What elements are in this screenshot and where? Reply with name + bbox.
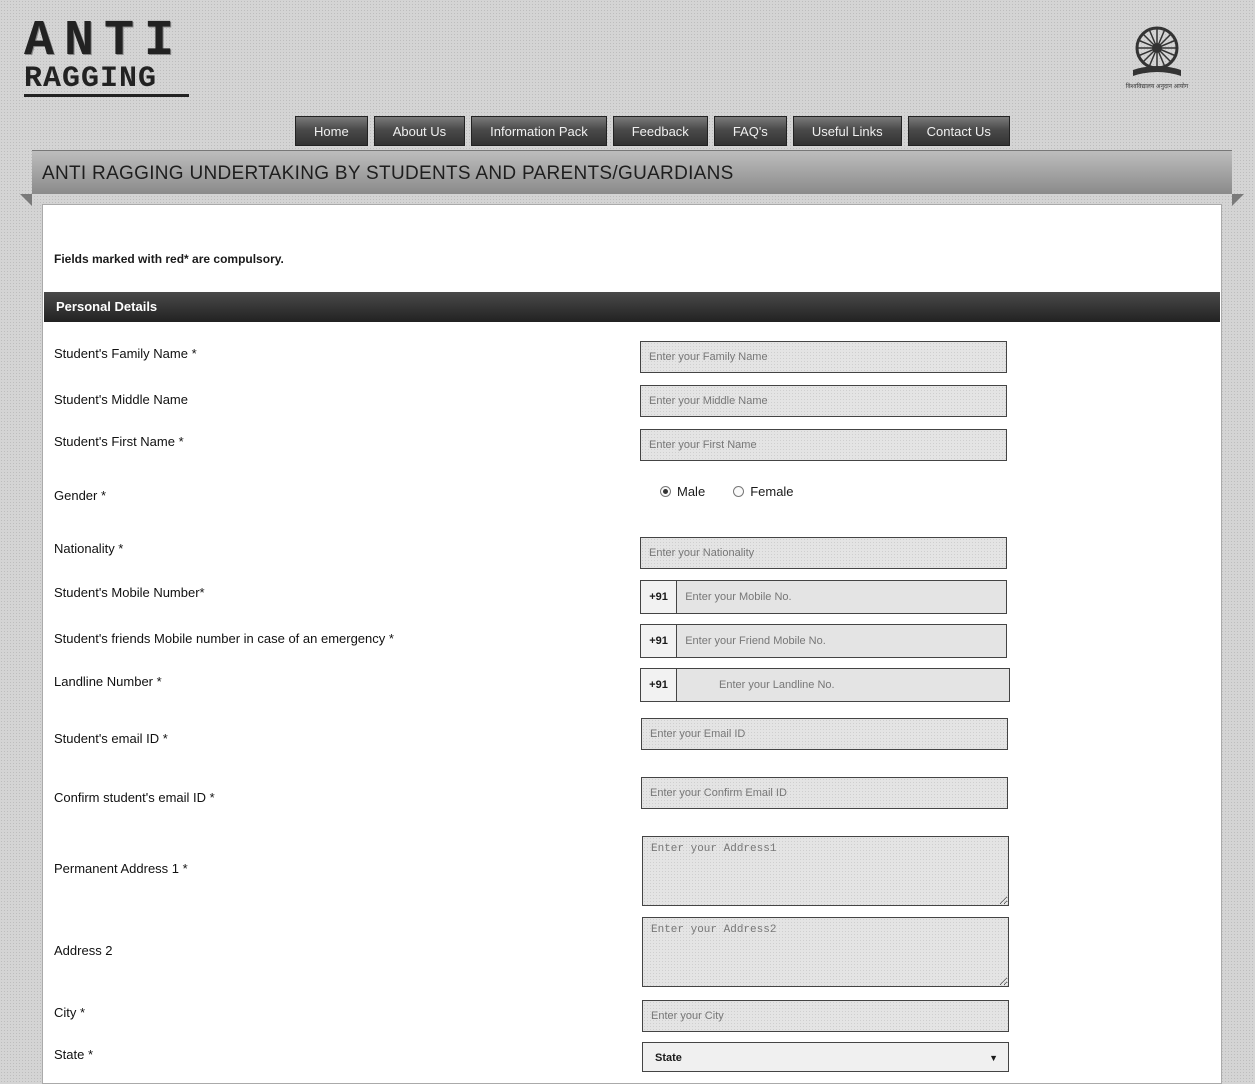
mobile-country-code: +91	[641, 581, 678, 613]
mobile-field-group: +91	[640, 580, 1007, 614]
friend-mobile-input[interactable]	[677, 625, 1006, 657]
gender-female-radio[interactable]	[733, 486, 745, 497]
address2-textarea[interactable]	[642, 917, 1009, 987]
emblem-caption: विश्वविद्यालय अनुदान आयोग	[1125, 84, 1189, 90]
landline-field-group: +91	[640, 668, 1010, 702]
landline-input[interactable]	[711, 669, 1009, 701]
section-header-personal-details: Personal Details	[44, 292, 1220, 322]
label-nationality: Nationality *	[54, 541, 124, 556]
nav-information-pack[interactable]: Information Pack	[471, 116, 607, 146]
site-logo[interactable]: ANTI RAGGING	[24, 13, 194, 102]
gender-radio-group: Male Female	[660, 484, 794, 499]
gender-male-label: Male	[677, 484, 706, 499]
label-family-name: Student's Family Name *	[54, 346, 197, 361]
label-mobile: Student's Mobile Number*	[54, 585, 205, 600]
friend-mobile-field-group: +91	[640, 624, 1007, 658]
landline-country-code: +91	[641, 669, 677, 701]
email-input[interactable]	[641, 718, 1008, 750]
dropdown-arrow-icon: ▼	[989, 1053, 998, 1063]
logo-line-1: ANTI	[24, 13, 185, 70]
label-middle-name: Student's Middle Name	[54, 392, 188, 407]
ugc-emblem: विश्वविद्यालय अनुदान आयोग	[1112, 24, 1202, 104]
first-name-input[interactable]	[640, 429, 1007, 461]
wheel-emblem-icon	[1133, 26, 1181, 76]
nav-contact-us[interactable]: Contact Us	[907, 116, 1010, 146]
confirm-email-input[interactable]	[641, 777, 1008, 809]
landline-std-code-input[interactable]	[677, 669, 711, 701]
banner-fold-left	[20, 194, 32, 206]
page-banner: ANTI RAGGING UNDERTAKING BY STUDENTS AND…	[32, 150, 1232, 194]
mobile-input[interactable]	[677, 581, 1006, 613]
family-name-input[interactable]	[640, 341, 1007, 373]
nationality-input[interactable]	[640, 537, 1007, 569]
nav-about-us[interactable]: About Us	[373, 116, 466, 146]
label-state: State *	[54, 1047, 94, 1062]
address1-textarea[interactable]	[642, 836, 1009, 906]
label-gender: Gender *	[54, 488, 107, 503]
label-friend-mobile: Student's friends Mobile number in case …	[54, 631, 394, 646]
nav-useful-links[interactable]: Useful Links	[792, 116, 902, 146]
friend-mobile-country-code: +91	[641, 625, 678, 657]
label-email: Student's email ID *	[54, 731, 168, 746]
label-address1: Permanent Address 1 *	[54, 861, 188, 876]
label-confirm-email: Confirm student's email ID *	[54, 790, 215, 805]
city-input[interactable]	[642, 1000, 1009, 1032]
label-first-name: Student's First Name *	[54, 434, 184, 449]
middle-name-input[interactable]	[640, 385, 1007, 417]
compulsory-note: Fields marked with red* are compulsory.	[54, 252, 284, 266]
main-nav: Home About Us Information Pack Feedback …	[295, 116, 1010, 146]
banner-fold-right	[1232, 194, 1244, 206]
label-address2: Address 2	[54, 943, 113, 958]
page-title: ANTI RAGGING UNDERTAKING BY STUDENTS AND…	[42, 163, 734, 184]
nav-home[interactable]: Home	[295, 116, 368, 146]
label-landline: Landline Number *	[54, 674, 162, 689]
state-select-value: State	[655, 1052, 682, 1064]
gender-female-label: Female	[750, 484, 794, 499]
nav-feedback[interactable]: Feedback	[612, 116, 708, 146]
nav-faqs[interactable]: FAQ's	[713, 116, 787, 146]
gender-male-radio[interactable]	[660, 486, 671, 497]
label-city: City *	[54, 1005, 86, 1020]
